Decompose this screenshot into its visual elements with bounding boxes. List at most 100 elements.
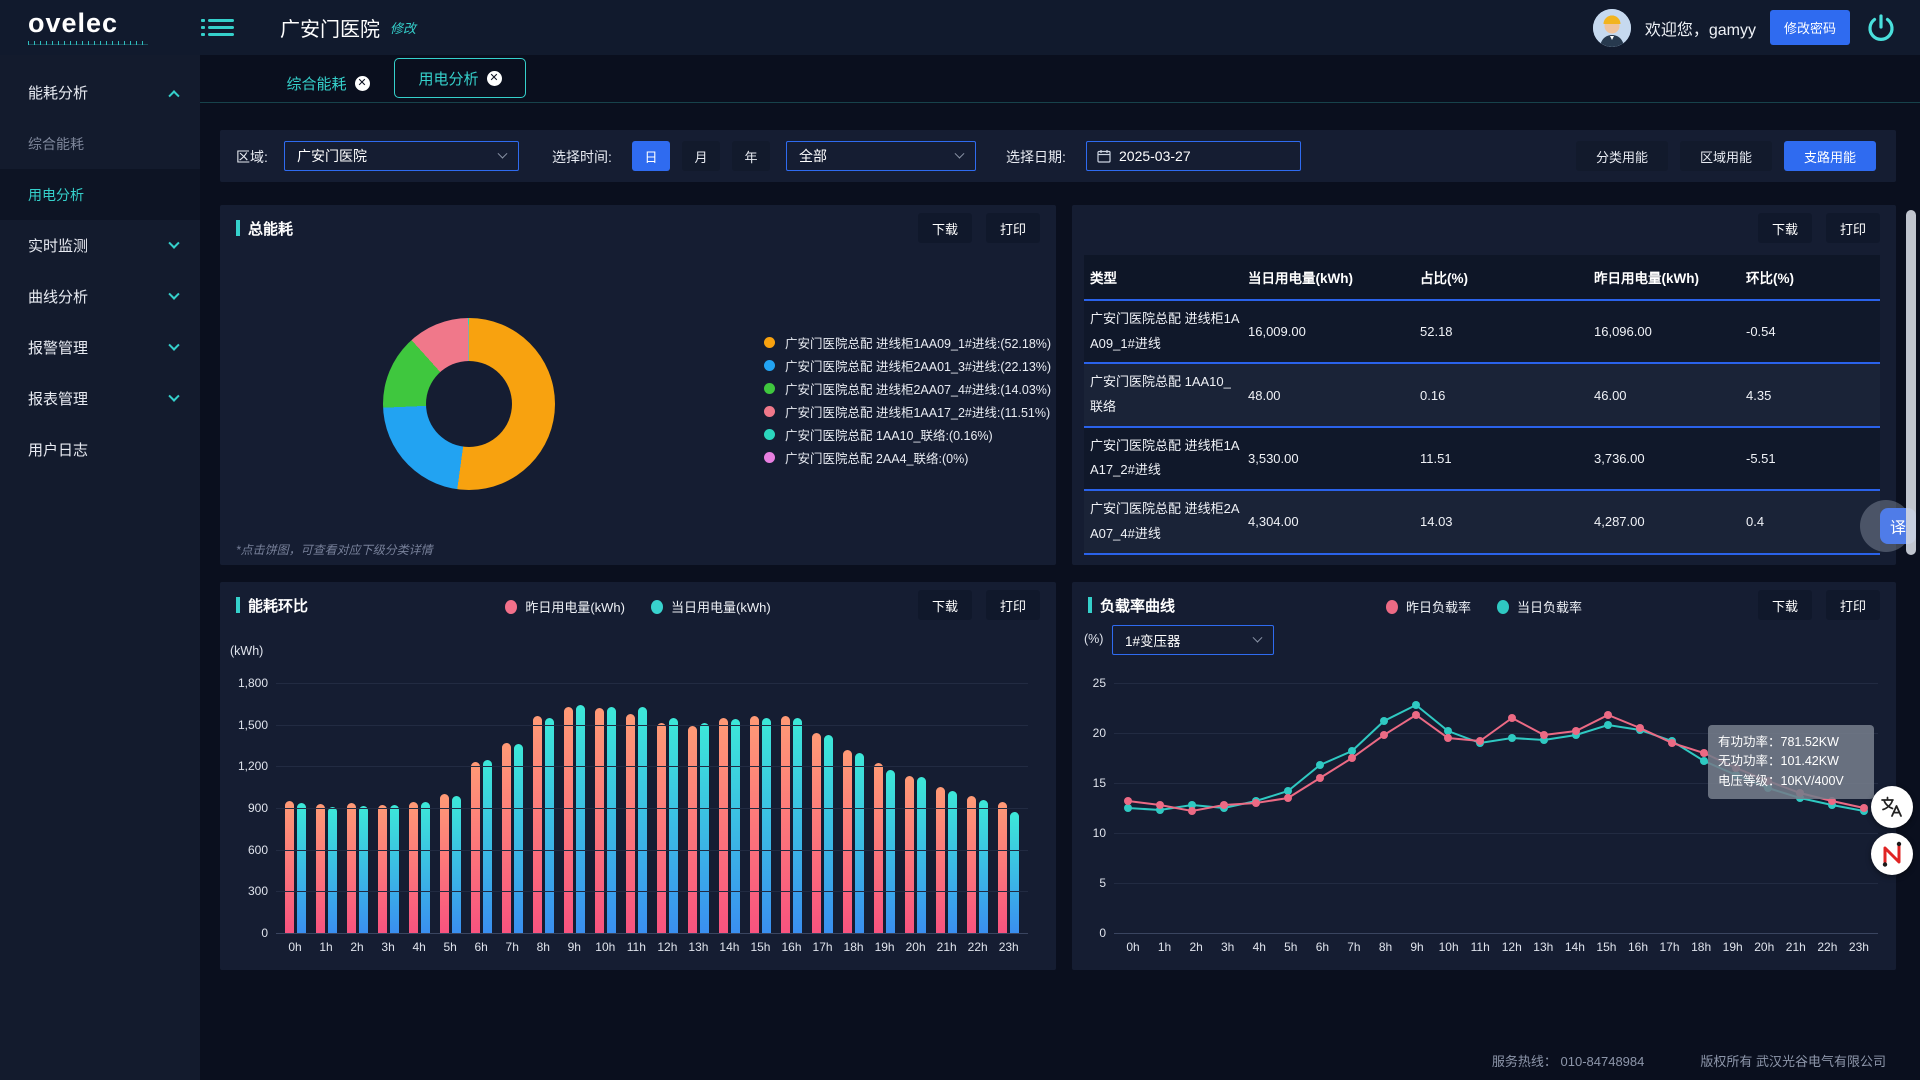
bar-当日用电量(kWh)[interactable] — [979, 800, 988, 933]
pie-legend-item[interactable]: 广安门医院总配 进线柜2AA01_3#进线:(22.13%) — [764, 354, 1051, 377]
data-point[interactable] — [1604, 721, 1612, 729]
data-point[interactable] — [1316, 774, 1324, 782]
bar-当日用电量(kWh)[interactable] — [731, 719, 740, 933]
data-point[interactable] — [1284, 794, 1292, 802]
bar-当日用电量(kWh)[interactable] — [328, 807, 337, 933]
bar-昨日用电量(kWh)[interactable] — [285, 801, 294, 933]
print-button[interactable]: 打印 — [1826, 213, 1880, 243]
data-point[interactable] — [1508, 714, 1516, 722]
bar-当日用电量(kWh)[interactable] — [390, 805, 399, 934]
data-point[interactable] — [1540, 731, 1548, 739]
bar-昨日用电量(kWh)[interactable] — [750, 716, 759, 933]
menu-toggle-icon[interactable] — [208, 15, 234, 40]
data-point[interactable] — [1668, 739, 1676, 747]
time-option-年[interactable]: 年 — [732, 141, 770, 171]
sidebar-item-报警管理[interactable]: 报警管理 — [0, 322, 200, 373]
tab-close-icon[interactable]: ✕ — [487, 71, 502, 86]
bar-当日用电量(kWh)[interactable] — [638, 707, 647, 933]
download-button[interactable]: 下载 — [918, 213, 972, 243]
bar-当日用电量(kWh)[interactable] — [886, 770, 895, 933]
bar-当日用电量(kWh)[interactable] — [1010, 812, 1019, 934]
time-option-月[interactable]: 月 — [682, 141, 720, 171]
bar-昨日用电量(kWh)[interactable] — [595, 708, 604, 933]
bar-当日用电量(kWh)[interactable] — [855, 753, 864, 933]
bar-当日用电量(kWh)[interactable] — [917, 777, 926, 933]
legend-item[interactable]: 当日负载率 — [1497, 597, 1582, 616]
bar-当日用电量(kWh)[interactable] — [824, 735, 833, 933]
bar-当日用电量(kWh)[interactable] — [514, 744, 523, 933]
pie-legend-item[interactable]: 广安门医院总配 进线柜1AA09_1#进线:(52.18%) — [764, 331, 1051, 354]
data-point[interactable] — [1348, 754, 1356, 762]
time-option-日[interactable]: 日 — [632, 141, 670, 171]
data-point[interactable] — [1444, 734, 1452, 742]
tab-用电分析[interactable]: 用电分析✕ — [394, 58, 526, 98]
data-point[interactable] — [1604, 711, 1612, 719]
print-button[interactable]: 打印 — [1826, 590, 1880, 620]
data-point[interactable] — [1380, 717, 1388, 725]
bar-当日用电量(kWh)[interactable] — [607, 707, 616, 933]
tab-close-icon[interactable]: ✕ — [355, 76, 370, 91]
bar-昨日用电量(kWh)[interactable] — [998, 802, 1007, 933]
sidebar-item-能耗分析[interactable]: 能耗分析 — [0, 67, 200, 118]
bar-昨日用电量(kWh)[interactable] — [378, 805, 387, 933]
legend-item[interactable]: 当日用电量(kWh) — [651, 597, 771, 616]
transformer-select[interactable]: 1#变压器 — [1112, 625, 1274, 655]
bar-昨日用电量(kWh)[interactable] — [564, 707, 573, 933]
mode-button-分类用能[interactable]: 分类用能 — [1576, 141, 1668, 171]
pie-legend-item[interactable]: 广安门医院总配 1AA10_联络:(0.16%) — [764, 423, 1051, 446]
data-point[interactable] — [1476, 737, 1484, 745]
bar-昨日用电量(kWh)[interactable] — [967, 796, 976, 933]
bar-当日用电量(kWh)[interactable] — [421, 802, 430, 933]
bar-昨日用电量(kWh)[interactable] — [719, 718, 728, 933]
pie-legend-item[interactable]: 广安门医院总配 2AA4_联络:(0%) — [764, 446, 1051, 469]
tab-综合能耗[interactable]: 综合能耗✕ — [262, 64, 394, 102]
data-point[interactable] — [1124, 797, 1132, 805]
data-point[interactable] — [1636, 724, 1644, 732]
energy-donut-chart[interactable] — [383, 318, 555, 490]
sidebar-item-报表管理[interactable]: 报表管理 — [0, 373, 200, 424]
bar-昨日用电量(kWh)[interactable] — [905, 776, 914, 933]
bar-昨日用电量(kWh)[interactable] — [409, 802, 418, 933]
data-point[interactable] — [1188, 807, 1196, 815]
mode-button-支路用能[interactable]: 支路用能 — [1784, 141, 1876, 171]
data-point[interactable] — [1316, 761, 1324, 769]
bar-昨日用电量(kWh)[interactable] — [533, 716, 542, 933]
bar-昨日用电量(kWh)[interactable] — [781, 716, 790, 933]
bar-昨日用电量(kWh)[interactable] — [471, 762, 480, 933]
bar-当日用电量(kWh)[interactable] — [359, 806, 368, 933]
scope-select[interactable]: 全部 — [786, 141, 976, 171]
logout-power-icon[interactable] — [1864, 11, 1898, 45]
sidebar-item-用户日志[interactable]: 用户日志 — [0, 424, 200, 475]
bar-昨日用电量(kWh)[interactable] — [843, 750, 852, 933]
bar-昨日用电量(kWh)[interactable] — [812, 733, 821, 933]
bar-当日用电量(kWh)[interactable] — [948, 791, 957, 933]
data-point[interactable] — [1508, 734, 1516, 742]
data-point[interactable] — [1700, 757, 1708, 765]
bar-昨日用电量(kWh)[interactable] — [316, 804, 325, 933]
download-button[interactable]: 下载 — [918, 590, 972, 620]
page-scrollbar-thumb[interactable] — [1906, 210, 1916, 555]
bar-当日用电量(kWh)[interactable] — [483, 760, 492, 933]
data-point[interactable] — [1860, 804, 1868, 812]
bar-当日用电量(kWh)[interactable] — [762, 718, 771, 933]
sidebar-item-曲线分析[interactable]: 曲线分析 — [0, 271, 200, 322]
bar-昨日用电量(kWh)[interactable] — [936, 787, 945, 933]
bar-当日用电量(kWh)[interactable] — [297, 803, 306, 933]
bar-昨日用电量(kWh)[interactable] — [657, 723, 666, 933]
sidebar-item-用电分析[interactable]: 用电分析 — [0, 169, 200, 220]
mode-button-区域用能[interactable]: 区域用能 — [1680, 141, 1772, 171]
print-button[interactable]: 打印 — [986, 213, 1040, 243]
legend-item[interactable]: 昨日负载率 — [1386, 597, 1471, 616]
data-point[interactable] — [1252, 799, 1260, 807]
date-picker[interactable]: 2025-03-27 — [1086, 141, 1301, 171]
change-password-button[interactable]: 修改密码 — [1770, 10, 1850, 45]
bar-昨日用电量(kWh)[interactable] — [440, 794, 449, 933]
bar-昨日用电量(kWh)[interactable] — [626, 714, 635, 933]
bar-当日用电量(kWh)[interactable] — [576, 705, 585, 933]
translate-extension-button[interactable] — [1871, 786, 1913, 828]
data-point[interactable] — [1348, 747, 1356, 755]
bar-当日用电量(kWh)[interactable] — [700, 723, 709, 933]
pie-legend-item[interactable]: 广安门医院总配 进线柜1AA17_2#进线:(11.51%) — [764, 400, 1051, 423]
data-point[interactable] — [1412, 711, 1420, 719]
data-point[interactable] — [1124, 804, 1132, 812]
